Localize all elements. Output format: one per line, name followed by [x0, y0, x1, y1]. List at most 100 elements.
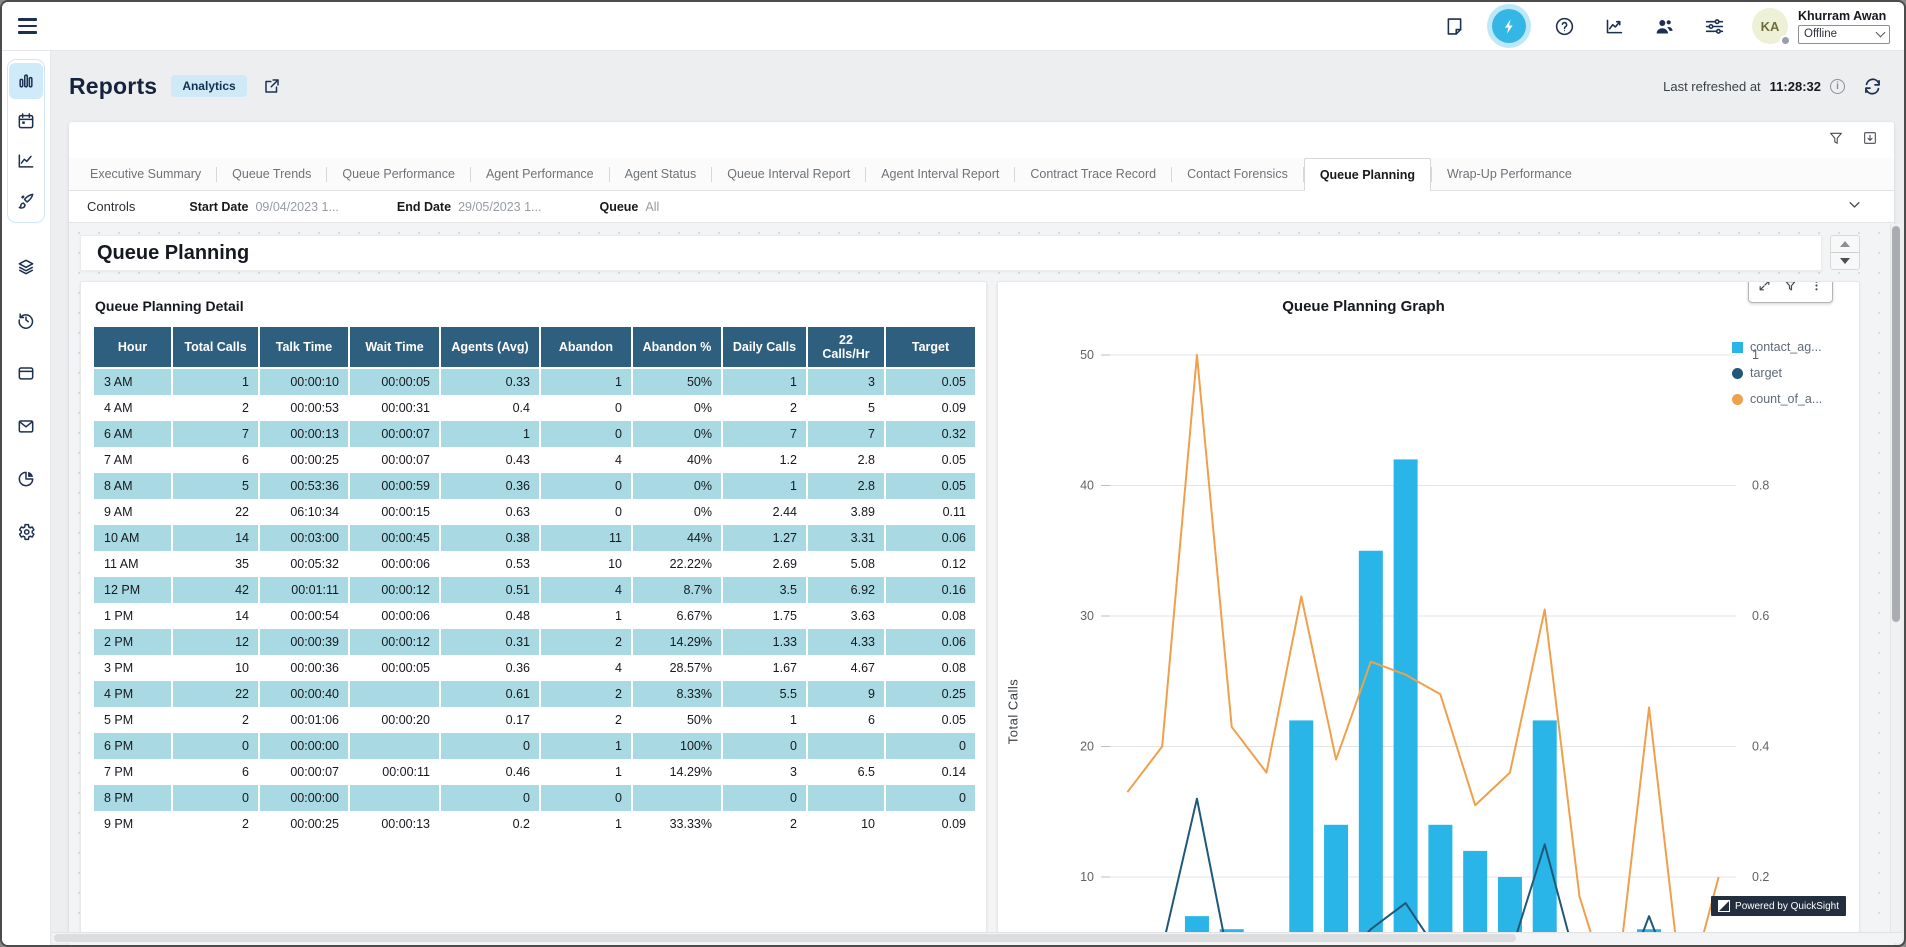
- column-header-daily-calls[interactable]: Daily Calls: [723, 327, 808, 369]
- refresh-icon[interactable]: [1860, 74, 1884, 98]
- pie-chart-icon: [16, 469, 36, 489]
- bar-2-pm[interactable]: [1463, 851, 1487, 933]
- avatar[interactable]: KA: [1752, 8, 1788, 44]
- legend-item-contact-ag[interactable]: contact_ag...: [1732, 340, 1854, 354]
- tab-contract-trace-record[interactable]: Contract Trace Record: [1015, 158, 1171, 190]
- table-row[interactable]: 12 PM4200:01:1100:00:120.5148.7%3.56.920…: [94, 577, 975, 603]
- tab-agent-interval-report[interactable]: Agent Interval Report: [866, 158, 1014, 190]
- horizontal-scrollbar-thumb[interactable]: [54, 934, 1516, 942]
- sliders-icon[interactable]: [1702, 14, 1726, 38]
- expand-icon[interactable]: [1758, 281, 1771, 297]
- controls-row[interactable]: Controls Start Date09/04/2023 1...End Da…: [69, 191, 1894, 223]
- vertical-scrollbar[interactable]: [1890, 224, 1901, 932]
- hamburger-menu-icon[interactable]: [18, 13, 44, 39]
- info-icon[interactable]: i: [1830, 79, 1845, 94]
- bar-10-am[interactable]: [1324, 825, 1348, 933]
- horizontal-scrollbar[interactable]: [52, 932, 1902, 943]
- table-row[interactable]: 2 PM1200:00:3900:00:120.31214.29%1.334.3…: [94, 629, 975, 655]
- legend-item-count-of-a[interactable]: count_of_a...: [1732, 392, 1854, 406]
- column-header-target[interactable]: Target: [886, 327, 975, 369]
- bar-6-am[interactable]: [1185, 916, 1209, 933]
- external-link-icon[interactable]: [263, 77, 281, 95]
- table-cell: 0.09: [886, 811, 975, 837]
- table-row[interactable]: 8 AM500:53:3600:00:590.3600%12.80.05: [94, 473, 975, 499]
- table-row[interactable]: 3 PM1000:00:3600:00:050.36428.57%1.674.6…: [94, 655, 975, 681]
- bar-11-am[interactable]: [1359, 551, 1383, 933]
- status-select[interactable]: Offline: [1798, 25, 1890, 44]
- kebab-menu-icon[interactable]: [1810, 281, 1823, 297]
- tab-queue-interval-report[interactable]: Queue Interval Report: [712, 158, 865, 190]
- table-row[interactable]: 6 AM700:00:1300:00:07100%770.32: [94, 421, 975, 447]
- tab-queue-planning[interactable]: Queue Planning: [1304, 158, 1431, 191]
- bar-3-pm[interactable]: [1498, 877, 1522, 933]
- bar-12-pm[interactable]: [1394, 459, 1418, 933]
- note-icon[interactable]: [1442, 14, 1466, 38]
- tab-contact-forensics[interactable]: Contact Forensics: [1172, 158, 1303, 190]
- tab-queue-trends[interactable]: Queue Trends: [217, 158, 326, 190]
- table-row[interactable]: 1 PM1400:00:5400:00:060.4816.67%1.753.63…: [94, 603, 975, 629]
- table-row[interactable]: 4 PM2200:00:400.6128.33%5.590.25: [94, 681, 975, 707]
- combo-chart-plot[interactable]: 501400.8300.6200.4100.2: [998, 282, 1860, 933]
- tab-queue-performance[interactable]: Queue Performance: [327, 158, 470, 190]
- table-row[interactable]: 6 PM000:00:0001100%00: [94, 733, 975, 759]
- sheet-stepper[interactable]: [1830, 235, 1860, 270]
- tab-agent-status[interactable]: Agent Status: [610, 158, 712, 190]
- stepper-down-icon[interactable]: [1840, 258, 1850, 264]
- sidebar-item-line-chart[interactable]: [9, 143, 43, 179]
- users-icon[interactable]: [1652, 14, 1676, 38]
- help-icon[interactable]: [1552, 14, 1576, 38]
- sidebar-item-browser[interactable]: [9, 355, 43, 391]
- sidebar-item-history[interactable]: [9, 302, 43, 338]
- filter-icon[interactable]: [1828, 130, 1844, 151]
- controls-collapse-icon[interactable]: [1847, 197, 1862, 217]
- table-row[interactable]: 10 AM1400:03:0000:00:450.381144%1.273.31…: [94, 525, 975, 551]
- table-row[interactable]: 5 PM200:01:0600:00:200.17250%160.05: [94, 707, 975, 733]
- column-header-agents-avg[interactable]: Agents (Avg): [441, 327, 541, 369]
- sidebar-item-calendar[interactable]: [9, 103, 43, 139]
- legend-item-target[interactable]: target: [1732, 366, 1854, 380]
- column-header-abandon[interactable]: Abandon: [541, 327, 633, 369]
- sidebar-item-pie-chart[interactable]: [9, 461, 43, 497]
- column-header-hour[interactable]: Hour: [94, 327, 173, 369]
- chart-filter-icon[interactable]: [1784, 281, 1797, 297]
- table-cell: 28.57%: [633, 655, 723, 681]
- table-row[interactable]: 3 AM100:00:1000:00:050.33150%130.05: [94, 369, 975, 395]
- export-icon[interactable]: [1862, 130, 1878, 151]
- tab-executive-summary[interactable]: Executive Summary: [75, 158, 216, 190]
- table-row[interactable]: 7 PM600:00:0700:00:110.46114.29%36.50.14: [94, 759, 975, 785]
- bar-9-am[interactable]: [1289, 720, 1313, 933]
- table-cell: 00:00:59: [350, 473, 441, 499]
- analytics-line-chart-icon[interactable]: [1602, 14, 1626, 38]
- sidebar-item-settings[interactable]: [9, 514, 43, 550]
- control-end-date[interactable]: End Date29/05/2023 1...: [397, 200, 542, 214]
- sidebar-item-bar-chart[interactable]: [9, 63, 43, 99]
- column-header-talk-time[interactable]: Talk Time: [260, 327, 350, 369]
- tab-agent-performance[interactable]: Agent Performance: [471, 158, 609, 190]
- control-start-date[interactable]: Start Date09/04/2023 1...: [189, 200, 338, 214]
- stepper-up-icon[interactable]: [1840, 241, 1850, 247]
- table-cell: 7 AM: [94, 447, 173, 473]
- column-header-wait-time[interactable]: Wait Time: [350, 327, 441, 369]
- bar-1-pm[interactable]: [1428, 825, 1452, 933]
- sidebar-item-layers[interactable]: [9, 249, 43, 285]
- table-row[interactable]: 9 PM200:00:2500:00:130.2133.33%2100.09: [94, 811, 975, 837]
- lightning-button[interactable]: [1492, 9, 1526, 43]
- table-cell: 10 AM: [94, 525, 173, 551]
- sidebar-item-design[interactable]: [9, 183, 43, 219]
- sidebar-item-mail[interactable]: [9, 408, 43, 444]
- control-queue[interactable]: QueueAll: [599, 200, 659, 214]
- bar-4-pm[interactable]: [1533, 720, 1557, 933]
- tab-wrap-up-performance[interactable]: Wrap-Up Performance: [1432, 158, 1587, 190]
- table-row[interactable]: 11 AM3500:05:3200:00:060.531022.22%2.695…: [94, 551, 975, 577]
- line-series-count-of-a[interactable]: [1127, 355, 1718, 933]
- column-header-total-calls[interactable]: Total Calls: [173, 327, 260, 369]
- table-row[interactable]: 7 AM600:00:2500:00:070.43440%1.22.80.05: [94, 447, 975, 473]
- vertical-scrollbar-thumb[interactable]: [1892, 226, 1900, 622]
- table-cell: 0.08: [886, 603, 975, 629]
- queue-planning-table[interactable]: HourTotal CallsTalk TimeWait TimeAgents …: [94, 327, 975, 837]
- table-row[interactable]: 8 PM000:00:000000: [94, 785, 975, 811]
- table-row[interactable]: 9 AM2206:10:3400:00:150.6300%2.443.890.1…: [94, 499, 975, 525]
- column-header-22-calls-hr[interactable]: 22 Calls/Hr: [808, 327, 886, 369]
- column-header-abandon[interactable]: Abandon %: [633, 327, 723, 369]
- table-row[interactable]: 4 AM200:00:5300:00:310.400%250.09: [94, 395, 975, 421]
